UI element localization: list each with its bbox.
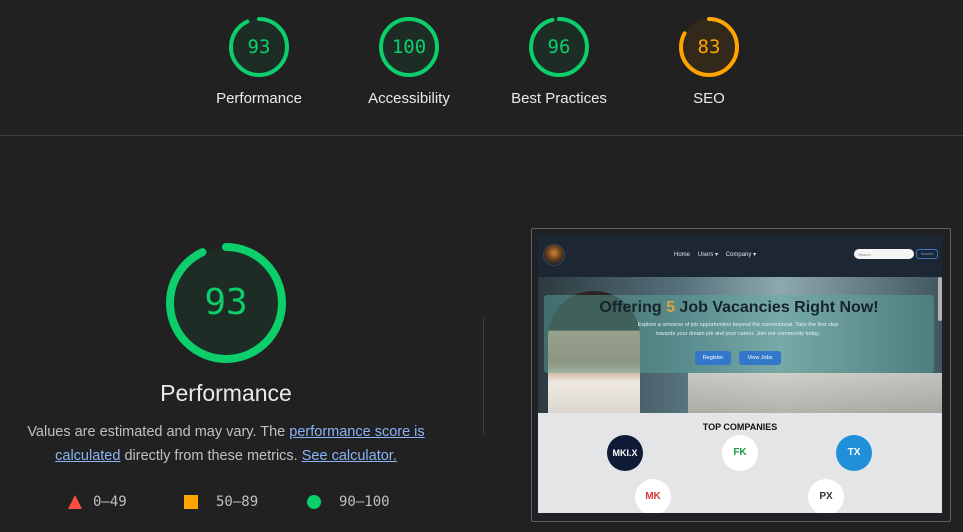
circle-icon — [307, 495, 321, 509]
see-calculator-link[interactable]: See calculator. — [302, 448, 397, 464]
hero-title: Offering 5 Job Vacancies Right Now! — [544, 299, 934, 317]
site-hero: Offering 5 Job Vacancies Right Now! Expl… — [538, 277, 942, 413]
description-text: directly from these metrics. — [120, 448, 302, 464]
hero-title-part: Job Vacancies Right Now! — [674, 299, 879, 316]
gauge-ring: 96 — [528, 16, 590, 78]
category-title: Performance — [160, 380, 292, 406]
gauge-performance[interactable]: 93 Performance — [199, 16, 319, 107]
gauge-score: 93 — [247, 36, 271, 58]
hero-title-part: Offering — [599, 299, 667, 316]
company-logo: PX — [808, 479, 844, 513]
site-navbar: Home Users ▾ Company ▾ Search Search — [538, 235, 942, 277]
gauge-label: SEO — [693, 90, 725, 107]
gauge-best-practices[interactable]: 96 Best Practices — [499, 16, 619, 107]
gauge-score: 93 — [204, 282, 248, 323]
nav-home: Home — [674, 252, 691, 258]
hero-register-button: Register — [695, 351, 731, 365]
company-logo: MK — [635, 479, 671, 513]
site-search-button: Search — [916, 249, 938, 259]
hero-desk-image — [688, 373, 942, 413]
score-summary-bar: 93 Performance 100 Accessibility 96 Best… — [0, 0, 963, 136]
legend-range: 0–49 — [93, 494, 127, 510]
gauge-score: 83 — [697, 36, 721, 58]
gauge-label: Performance — [216, 90, 302, 107]
legend-pass: 90–100 — [307, 494, 390, 510]
company-logo: TX — [836, 435, 872, 471]
site-nav-links: Home Users ▾ Company ▾ — [674, 251, 762, 258]
site-logo-icon — [543, 244, 565, 266]
legend-range: 90–100 — [339, 494, 390, 510]
gauge-ring: 93 — [228, 16, 290, 78]
final-screenshot[interactable]: Home Users ▾ Company ▾ Search Search Off… — [531, 228, 951, 522]
gauge-accessibility[interactable]: 100 Accessibility — [349, 16, 469, 107]
hero-subtitle: Explore a universe of job opportunities … — [637, 322, 839, 337]
legend-average: 50–89 — [184, 494, 258, 510]
screenshot-scrollbar — [938, 277, 942, 321]
gauge-score: 100 — [391, 36, 427, 58]
gauge-ring: 100 — [378, 16, 440, 78]
gauge-label: Accessibility — [368, 90, 450, 107]
gauge-label: Best Practices — [511, 90, 607, 107]
company-logo: FK — [722, 435, 758, 471]
square-icon — [184, 495, 198, 509]
gauge-seo[interactable]: 83 SEO — [649, 16, 769, 107]
performance-gauge-large: 93 — [164, 241, 288, 365]
nav-company: Company ▾ — [725, 252, 757, 258]
hero-view-jobs-button: View Jobs — [739, 351, 781, 365]
site-search-input: Search — [854, 249, 914, 259]
top-companies-heading: TOP COMPANIES — [702, 422, 778, 432]
legend-range: 50–89 — [216, 494, 259, 510]
legend-fail: 0–49 — [68, 494, 127, 510]
screenshot-page: Home Users ▾ Company ▾ Search Search Off… — [538, 235, 942, 513]
metrics-description: Values are estimated and may vary. The p… — [10, 420, 442, 468]
hero-title-count: 5 — [666, 299, 675, 316]
company-logo: MKI.X — [607, 435, 643, 471]
gauge-ring: 83 — [678, 16, 740, 78]
gauge-score: 96 — [547, 36, 571, 58]
vertical-divider — [483, 317, 484, 435]
triangle-icon — [68, 495, 82, 509]
nav-users: Users ▾ — [697, 252, 719, 258]
description-text: Values are estimated and may vary. The — [27, 424, 290, 440]
